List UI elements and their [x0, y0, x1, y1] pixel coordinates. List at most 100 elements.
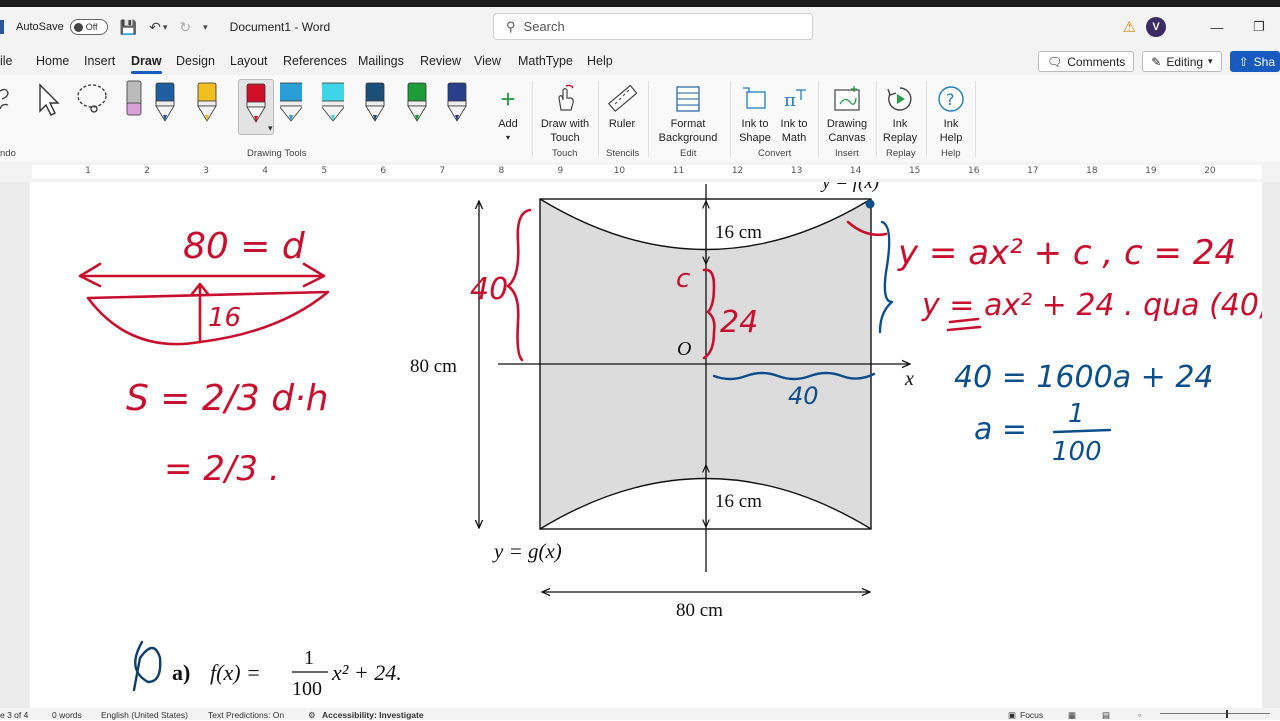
separator	[876, 81, 877, 157]
pen-button-8[interactable]	[446, 81, 468, 131]
ink-help-button[interactable]: ? Ink Help	[933, 81, 969, 145]
pen-button-4[interactable]	[278, 81, 304, 131]
avatar[interactable]: V	[1146, 17, 1166, 37]
accessibility-status[interactable]: Accessibility: Investigate	[322, 710, 424, 720]
pen-button-6[interactable]	[364, 81, 386, 131]
pencil-icon: ✎	[1151, 54, 1162, 69]
lasso-select-button[interactable]	[74, 81, 110, 117]
pen-button-5[interactable]	[320, 81, 346, 131]
tab-mathtype[interactable]: MathType	[518, 54, 573, 68]
focus-button[interactable]: Focus	[1020, 710, 1043, 720]
editing-button[interactable]: ✎ Editing ▾	[1142, 51, 1222, 72]
zoom-slider-thumb[interactable]	[1226, 710, 1228, 718]
tab-home[interactable]: Home	[36, 54, 69, 68]
pen-button-7[interactable]	[406, 81, 428, 131]
lasso-icon	[77, 84, 107, 113]
warning-icon[interactable]: ⚠	[1123, 18, 1136, 36]
share-button[interactable]: ⇧ Sha	[1229, 51, 1280, 72]
ink-eq4-num: 1	[1068, 399, 1085, 429]
undo-dropdown-icon[interactable]: ▾	[163, 22, 168, 33]
language-indicator[interactable]: English (United States)	[101, 710, 188, 720]
separator	[598, 81, 599, 157]
ink-eq1: y = ax² + c , c = 24	[897, 233, 1236, 273]
customize-toolbar-icon[interactable]: ▾	[203, 22, 208, 33]
eraser-button[interactable]	[122, 80, 146, 117]
pen-button-2[interactable]	[196, 81, 218, 131]
save-icon[interactable]: 💾	[120, 19, 137, 36]
pen-dropdown-icon[interactable]: ▾	[268, 123, 273, 134]
editing-label: Editing	[1166, 54, 1204, 69]
ruler-button[interactable]: Ruler	[604, 81, 640, 131]
search-icon: ⚲	[506, 18, 516, 34]
focus-icon: ▣	[1008, 710, 1017, 720]
ink-d-equation: 80 = d	[183, 226, 306, 267]
undo-icon[interactable]: ↶	[149, 19, 161, 36]
background-grid-icon	[676, 86, 700, 112]
word-logo-icon[interactable]	[0, 20, 4, 34]
pen-button-1[interactable]	[154, 81, 176, 131]
ink-eq3: 40 = 1600a + 24	[954, 360, 1214, 395]
tab-view[interactable]: View	[474, 54, 501, 68]
text-predictions[interactable]: Text Predictions: On	[208, 710, 284, 720]
page-count[interactable]: e 3 of 4	[0, 710, 28, 720]
svg-text:?: ?	[946, 90, 955, 109]
document-title: Document1 - Word	[229, 20, 331, 34]
tab-design[interactable]: Design	[176, 54, 215, 68]
origin-label: O	[677, 338, 691, 360]
replay-group-label: Replay	[886, 148, 916, 159]
ink-to-shape-button[interactable]: Ink to Shape	[737, 81, 773, 145]
tab-review[interactable]: Review	[420, 54, 461, 68]
document-page[interactable]: 16 cm 16 cm 80 cm 80 cm O x y = f(x) y =…	[30, 182, 1262, 708]
ink-to-math-line1: Ink to	[780, 118, 808, 130]
tab-file[interactable]: ile	[0, 54, 13, 68]
print-layout-icon[interactable]: ▤	[1102, 710, 1110, 721]
undo-ribbon-icon[interactable]	[0, 85, 12, 119]
pen-icon	[197, 82, 217, 122]
add-pen-button[interactable]: + Add ▾	[496, 81, 520, 145]
ink-area-formula-2: = 2/3 .	[164, 449, 280, 489]
tab-help[interactable]: Help	[587, 54, 613, 68]
pen-icon	[278, 82, 304, 122]
tab-draw[interactable]: Draw	[131, 54, 162, 74]
tab-layout[interactable]: Layout	[230, 54, 268, 68]
zoom-slider[interactable]	[1160, 713, 1270, 714]
minimize-icon[interactable]: —	[1196, 20, 1238, 35]
accessibility-icon: ⚙	[308, 710, 316, 720]
format-background-line1: Format	[670, 118, 706, 130]
draw-with-touch-button[interactable]: Draw with Touch	[538, 81, 592, 145]
ink-help-line1: Ink	[943, 118, 959, 130]
comments-button[interactable]: 🗨 Comments	[1038, 51, 1135, 72]
document-area: 16 cm 16 cm 80 cm 80 cm O x y = f(x) y =…	[0, 182, 1280, 708]
drawing-canvas-button[interactable]: Drawing Canvas	[824, 81, 870, 145]
ink-to-math-icon: π	[784, 89, 806, 111]
read-mode-icon[interactable]: ▦	[1068, 710, 1076, 721]
search-box[interactable]: ⚲ Search	[493, 13, 813, 40]
tab-insert[interactable]: Insert	[84, 54, 115, 68]
pen-icon	[155, 82, 175, 122]
top-strip	[0, 0, 1280, 7]
select-tool-button[interactable]	[36, 81, 64, 117]
ink-area-formula: S = 2/3 d·h	[126, 378, 328, 419]
ink-brace-40	[506, 208, 532, 362]
help-group-label: Help	[941, 148, 961, 159]
tab-mailings[interactable]: Mailings	[358, 54, 404, 68]
redo-icon[interactable]: ↻	[179, 19, 191, 36]
pen-icon	[365, 82, 385, 122]
ink-checkmark	[132, 640, 162, 692]
restore-icon[interactable]: ❐	[1238, 19, 1280, 35]
help-icon: ?	[938, 86, 964, 112]
web-layout-icon[interactable]: ▫	[1138, 710, 1141, 720]
separator	[818, 81, 819, 157]
word-count[interactable]: 0 words	[52, 710, 82, 720]
drawing-canvas-line2: Canvas	[828, 132, 866, 144]
tab-references[interactable]: References	[283, 54, 347, 68]
ruler-number: 5	[321, 166, 328, 176]
autosave-toggle[interactable]: Off	[69, 19, 108, 35]
ink-replay-button[interactable]: Ink Replay	[882, 81, 918, 145]
pen-icon	[246, 83, 266, 123]
format-background-button[interactable]: Format Background	[652, 81, 724, 145]
ink-h-label: 16	[208, 303, 241, 333]
ink-to-math-button[interactable]: π Ink to Math	[776, 81, 812, 145]
horizontal-ruler[interactable]: 1 2 3 4 5 6 7 8 9 10 11 12 13 14 15 16 17 18 19 20	[0, 162, 1280, 183]
ruler-track	[32, 165, 1262, 179]
